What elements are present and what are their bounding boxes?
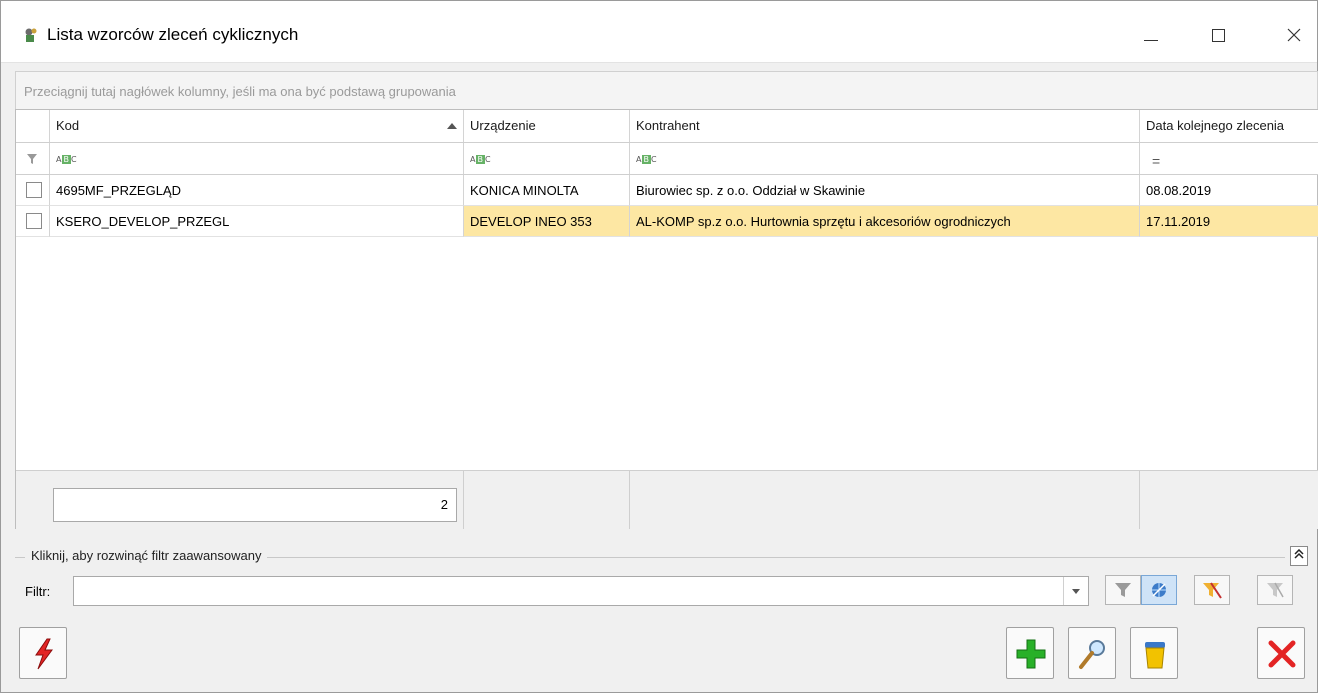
app-icon <box>25 28 37 42</box>
table-row[interactable]: 4695MF_PRZEGLĄD KONICA MINOLTA Biurowiec… <box>16 175 1318 206</box>
close-window-button[interactable] <box>1271 19 1317 49</box>
row-checkbox[interactable] <box>26 182 42 198</box>
close-button[interactable] <box>1257 627 1305 679</box>
cell-data: 17.11.2019 <box>1140 206 1318 237</box>
cell-kod: 4695MF_PRZEGLĄD <box>50 175 464 206</box>
minimize-button[interactable] <box>1128 19 1174 49</box>
cell-kontrahent: AL-KOMP sp.z o.o. Hurtownia sprzętu i ak… <box>630 206 1140 237</box>
funnel-icon <box>1115 583 1131 597</box>
lightning-icon <box>35 638 53 670</box>
equals-filter-icon: = <box>1152 153 1161 169</box>
trash-bin-icon <box>1145 642 1165 669</box>
filter-label: Filtr: <box>25 584 51 599</box>
group-by-panel[interactable]: Przeciągnij tutaj nagłówek kolumny, jeśl… <box>15 71 1318 109</box>
column-header-kod-label: Kod <box>56 118 80 133</box>
advanced-filter-section: Kliknij, aby rozwinąć filtr zaawansowany <box>15 546 1318 566</box>
row-checkbox-cell <box>16 175 50 206</box>
filter-cell-kontrahent[interactable]: ABC <box>630 143 1140 174</box>
column-header-kontrahent-label: Kontrahent <box>636 118 700 133</box>
column-header-data-label: Data kolejnego zlecenia <box>1146 118 1285 133</box>
maximize-button[interactable] <box>1195 19 1241 49</box>
row-checkbox[interactable] <box>26 213 42 229</box>
filter-input[interactable] <box>73 576 1089 606</box>
column-header-urzadzenie[interactable]: Urządzenie <box>464 110 630 142</box>
abc-text-filter-icon: ABC <box>470 155 492 164</box>
abc-text-filter-icon: ABC <box>56 155 78 164</box>
delete-button[interactable] <box>1130 627 1178 679</box>
cell-urzadzenie: DEVELOP INEO 353 <box>464 206 630 237</box>
add-button[interactable] <box>1006 627 1054 679</box>
funnel-clear-icon <box>1203 582 1222 599</box>
cancel-x-icon <box>1268 640 1296 668</box>
filter-dropdown-button[interactable] <box>1063 577 1088 605</box>
record-count: 2 <box>53 488 457 522</box>
apply-filter-button[interactable] <box>1105 575 1141 605</box>
footer-spacer <box>16 471 50 529</box>
cell-urzadzenie: KONICA MINOLTA <box>464 175 630 206</box>
sort-ascending-icon <box>447 123 457 129</box>
globe-filter-button[interactable] <box>1141 575 1177 605</box>
maximize-icon <box>1211 28 1225 42</box>
filter-cell-kod[interactable]: ABC <box>50 143 464 174</box>
globe-filter-icon <box>1152 583 1166 597</box>
expand-advanced-filter-button[interactable] <box>1290 546 1308 566</box>
advanced-filter-toggle[interactable]: Kliknij, aby rozwinąć filtr zaawansowany <box>25 548 268 563</box>
filter-row-toggle[interactable] <box>16 143 50 174</box>
footer-cell-kontrahent <box>630 471 1140 529</box>
edit-button[interactable] <box>1068 627 1116 679</box>
abc-text-filter-icon: ABC <box>636 155 658 164</box>
row-checkbox-cell <box>16 206 50 237</box>
chevron-down-icon <box>1072 589 1080 594</box>
grid-header-row: Kod Urządzenie Kontrahent Data kolejnego… <box>16 110 1318 143</box>
window-title: Lista wzorców zleceń cyklicznych <box>47 25 299 44</box>
filter-cell-data[interactable]: = <box>1140 143 1318 174</box>
grid-summary-footer: 2 <box>16 470 1318 529</box>
filter-disabled-button[interactable] <box>1257 575 1293 605</box>
filter-cell-urzadzenie[interactable]: ABC <box>464 143 630 174</box>
footer-cell-data <box>1140 471 1318 529</box>
cell-data: 08.08.2019 <box>1140 175 1318 206</box>
group-by-hint: Przeciągnij tutaj nagłówek kolumny, jeśl… <box>24 84 456 99</box>
column-header-kontrahent[interactable]: Kontrahent <box>630 110 1140 142</box>
main-window: Lista wzorców zleceń cyklicznych Przecią… <box>0 0 1318 693</box>
clear-filter-button[interactable] <box>1194 575 1230 605</box>
table-row-selected[interactable]: KSERO_DEVELOP_PRZEGL DEVELOP INEO 353 AL… <box>16 206 1318 237</box>
grid-filter-row: ABC ABC ABC = <box>16 143 1318 175</box>
footer-cell-urzadzenie <box>464 471 630 529</box>
operations-button[interactable] <box>19 627 67 679</box>
close-icon <box>1287 28 1301 42</box>
magnifier-icon <box>1079 640 1105 669</box>
double-chevron-up-icon <box>1294 548 1304 559</box>
column-header-urzadzenie-label: Urządzenie <box>470 118 536 133</box>
add-plus-icon <box>1016 639 1046 669</box>
templates-grid: Kod Urządzenie Kontrahent Data kolejnego… <box>15 109 1318 529</box>
header-checkbox-column[interactable] <box>16 110 50 142</box>
column-header-kod[interactable]: Kod <box>50 110 464 142</box>
column-header-data[interactable]: Data kolejnego zlecenia <box>1140 110 1318 142</box>
title-bar: Lista wzorców zleceń cyklicznych <box>1 1 1317 63</box>
minimize-icon <box>1144 39 1158 41</box>
funnel-disabled-icon <box>1267 582 1284 598</box>
cell-kontrahent: Biurowiec sp. z o.o. Oddział w Skawinie <box>630 175 1140 206</box>
cell-kod: KSERO_DEVELOP_PRZEGL <box>50 206 464 237</box>
filter-funnel-icon <box>27 154 37 164</box>
